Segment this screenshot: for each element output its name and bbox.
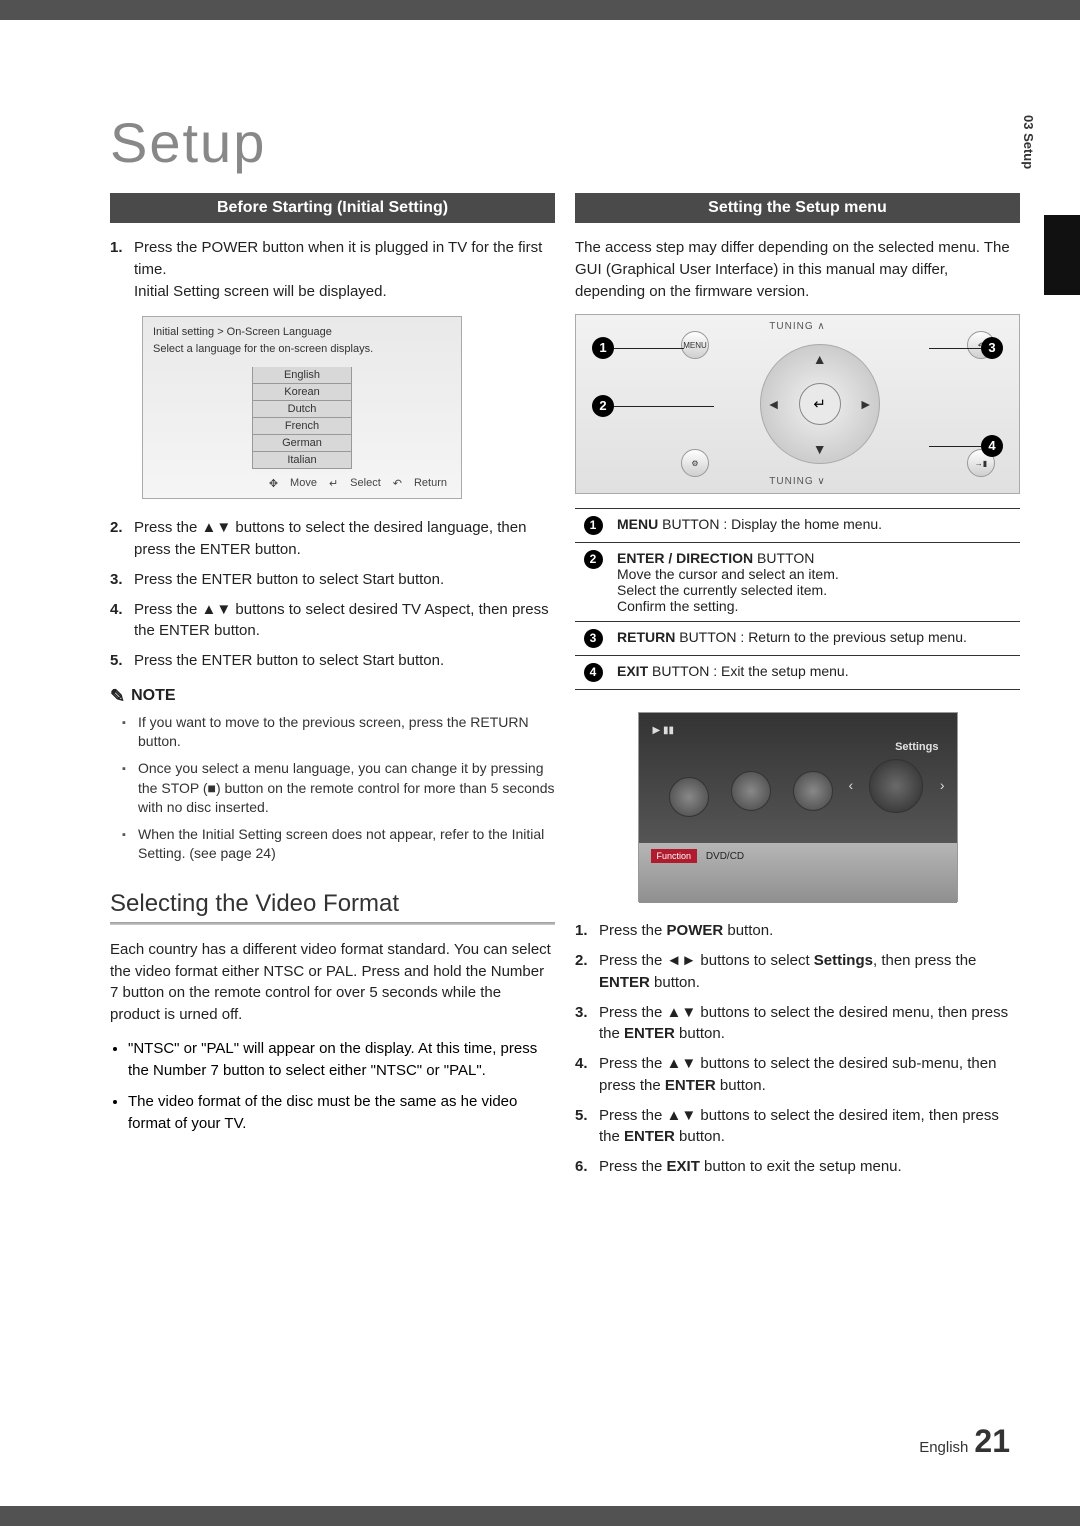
setup-step: 3.Press the ▲▼ buttons to select the des… <box>575 1002 1020 1046</box>
table-row: 2 ENTER / DIRECTION BUTTONMove the curso… <box>575 543 1020 622</box>
wheel-icon <box>793 771 833 811</box>
arrow-down-icon: ▼ <box>813 441 827 457</box>
footer-move: Move <box>290 477 317 490</box>
tools-button-icon: ⚙ <box>681 449 709 477</box>
rule <box>110 922 555 925</box>
side-block <box>1044 215 1080 295</box>
step-2: 2.Press the ▲▼ buttons to select the des… <box>110 517 555 561</box>
table-row: 1 MENU BUTTON : Display the home menu. <box>575 509 1020 543</box>
note-item: When the Initial Setting screen does not… <box>138 825 555 864</box>
num-circle: 1 <box>584 516 603 535</box>
arrow-right-icon: ► <box>859 396 873 412</box>
table-row: 4 EXIT BUTTON : Exit the setup menu. <box>575 656 1020 690</box>
lang-option: German <box>252 435 352 452</box>
note-item: Once you select a menu language, you can… <box>138 759 555 818</box>
step-5: 5.Press the ENTER button to select Start… <box>110 650 555 672</box>
lang-option: English <box>252 367 352 384</box>
lang-option: Italian <box>252 452 352 469</box>
video-bullet: The video format of the disc must be the… <box>128 1091 555 1135</box>
arrow-left-icon: ◄ <box>767 396 781 412</box>
mode-label: DVD/CD <box>706 851 744 862</box>
menu-button-icon: MENU <box>681 331 709 359</box>
page-title: Setup <box>110 110 1020 175</box>
manual-page: 03 Setup Setup Before Starting (Initial … <box>0 20 1080 1506</box>
num-circle: 3 <box>584 629 603 648</box>
section-bar-setup-menu: Setting the Setup menu <box>575 193 1020 223</box>
footer-select: Select <box>350 477 381 490</box>
table-row: 3 RETURN BUTTON : Return to the previous… <box>575 622 1020 656</box>
lang-option: Korean <box>252 384 352 401</box>
button-description-table: 1 MENU BUTTON : Display the home menu. 2… <box>575 508 1020 690</box>
footer-return: Return <box>414 477 447 490</box>
screen-prompt: Select a language for the on-screen disp… <box>153 341 451 358</box>
function-badge: Function <box>651 849 698 863</box>
lang-option: Dutch <box>252 401 352 418</box>
callout-4: 4 <box>981 435 1003 457</box>
side-tab: 03 Setup <box>1021 115 1036 169</box>
callout-3: 3 <box>981 337 1003 359</box>
subhead-video-format: Selecting the Video Format <box>110 890 555 918</box>
screen-breadcrumb: Initial setting > On-Screen Language <box>153 324 451 341</box>
chevron-left-icon: ‹ <box>849 777 854 793</box>
setup-step: 2.Press the ◄► buttons to select Setting… <box>575 950 1020 994</box>
initial-setting-screenshot: Initial setting > On-Screen Language Sel… <box>142 316 462 499</box>
right-column: Setting the Setup menu The access step m… <box>575 193 1020 1186</box>
chevron-right-icon: › <box>940 777 945 793</box>
setup-step: 1.Press the POWER button. <box>575 920 1020 942</box>
setup-menu-intro: The access step may differ depending on … <box>575 237 1020 302</box>
step-4: 4.Press the ▲▼ buttons to select desired… <box>110 599 555 643</box>
step-1: 1. Press the POWER button when it is plu… <box>110 237 555 302</box>
callout-2: 2 <box>592 395 614 417</box>
setup-step: 5.Press the ▲▼ buttons to select the des… <box>575 1105 1020 1149</box>
callout-1: 1 <box>592 337 614 359</box>
left-column: Before Starting (Initial Setting) 1. Pre… <box>110 193 555 1186</box>
lang-option: French <box>252 418 352 435</box>
page-footer: English21 <box>919 1423 1010 1460</box>
section-bar-before-starting: Before Starting (Initial Setting) <box>110 193 555 223</box>
num-circle: 4 <box>584 663 603 682</box>
note-icon: ✎ <box>110 686 125 707</box>
select-icon: ↵ <box>329 477 338 490</box>
settings-menu-screenshot: ▶ ▮▮ Settings ‹ › Function DVD/CD <box>638 712 958 902</box>
tuning-down-label: TUNING ∨ <box>769 476 825 487</box>
step-3: 3.Press the ENTER button to select Start… <box>110 569 555 591</box>
video-bullet: "NTSC" or "PAL" will appear on the displ… <box>128 1038 555 1082</box>
play-pause-icon: ▶ ▮▮ <box>653 725 674 736</box>
wheel-icon <box>669 777 709 817</box>
remote-diagram: TUNING ∧ TUNING ∨ MENU ↶ ⚙ →▮ ▲ ▼ ◄ ► ↵ <box>575 314 1020 494</box>
move-icon: ✥ <box>269 477 278 490</box>
settings-gear-icon <box>869 759 923 813</box>
wheel-icon <box>731 771 771 811</box>
settings-label: Settings <box>895 741 938 753</box>
setup-step: 4.Press the ▲▼ buttons to select the des… <box>575 1053 1020 1097</box>
note-item: If you want to move to the previous scre… <box>138 713 555 752</box>
setup-step: 6.Press the EXIT button to exit the setu… <box>575 1156 1020 1178</box>
enter-button-icon: ↵ <box>799 383 841 425</box>
arrow-up-icon: ▲ <box>813 351 827 367</box>
dpad: ▲ ▼ ◄ ► ↵ <box>760 344 880 464</box>
num-circle: 2 <box>584 550 603 569</box>
return-icon: ↶ <box>393 477 402 490</box>
tuning-up-label: TUNING ∧ <box>769 321 825 332</box>
note-heading: ✎ NOTE <box>110 686 555 707</box>
video-format-intro: Each country has a different video forma… <box>110 939 555 1026</box>
